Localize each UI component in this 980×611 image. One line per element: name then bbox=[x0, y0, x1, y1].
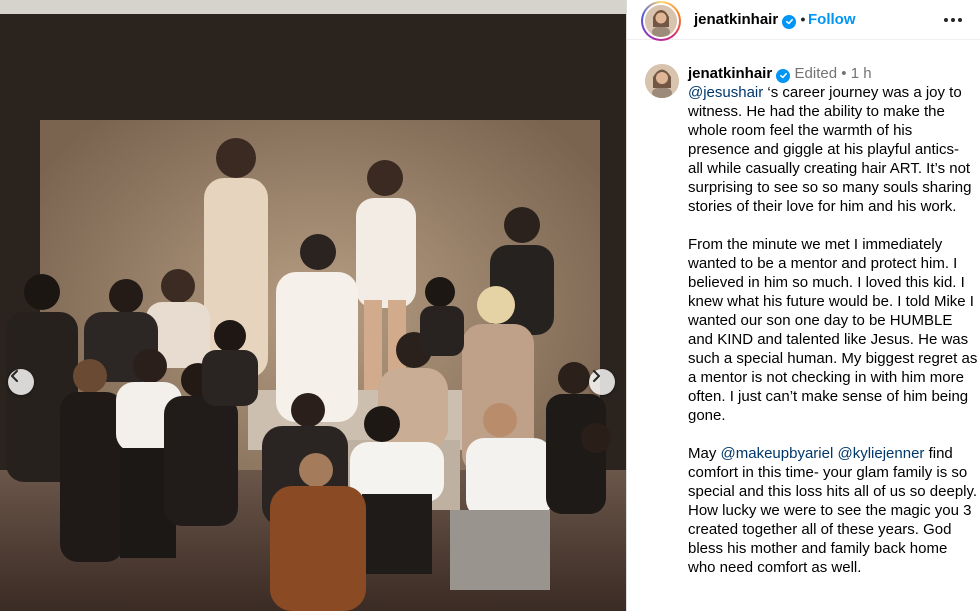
comment-meta: jenatkinhair Edited • 1 h bbox=[688, 65, 872, 83]
post-header: jenatkinhair • Follow bbox=[627, 0, 980, 41]
follow-button[interactable]: Follow bbox=[808, 11, 856, 28]
group-photo bbox=[0, 0, 626, 611]
caption-text: May bbox=[688, 445, 721, 462]
avatar bbox=[645, 5, 677, 37]
mention-link[interactable]: @makeupbyariel bbox=[721, 445, 834, 462]
post-author[interactable]: jenatkinhair • bbox=[694, 11, 805, 29]
comment-username[interactable]: jenatkinhair bbox=[688, 65, 772, 82]
verified-badge-icon bbox=[782, 14, 797, 29]
post-side-panel: jenatkinhair • Follow jenatkinhair Edite… bbox=[626, 0, 980, 611]
next-slide-button[interactable] bbox=[589, 369, 615, 395]
separator-dot: • bbox=[800, 11, 806, 27]
caption-text: find comfort in this time- your glam fam… bbox=[688, 445, 978, 576]
timestamp[interactable]: 1 h bbox=[851, 65, 872, 82]
caption-paragraph: @jesushair ‘s career journey was a joy t… bbox=[688, 83, 978, 216]
caption-text: From the minute we met I immediately wan… bbox=[688, 236, 978, 424]
verified-badge-icon bbox=[776, 68, 791, 83]
chevron-left-icon bbox=[11, 370, 18, 382]
caption-text: ‘s career journey was a joy to witness. … bbox=[688, 84, 972, 215]
mention-link[interactable]: @jesushair bbox=[688, 84, 763, 101]
separator-dot: • bbox=[841, 65, 847, 82]
story-avatar[interactable] bbox=[641, 1, 681, 41]
avatar-image bbox=[645, 64, 679, 98]
edited-label: Edited bbox=[794, 65, 838, 82]
post-media[interactable] bbox=[0, 0, 626, 611]
caption-paragraph: From the minute we met I immediately wan… bbox=[688, 235, 978, 425]
previous-slide-button[interactable] bbox=[8, 369, 34, 395]
more-horizontal-icon bbox=[944, 18, 948, 22]
post-author-username[interactable]: jenatkinhair bbox=[694, 11, 778, 28]
mention-link[interactable]: @kyliejenner bbox=[837, 445, 924, 462]
avatar-image bbox=[645, 5, 677, 37]
more-options-button[interactable] bbox=[941, 6, 965, 34]
chevron-right-icon bbox=[593, 370, 600, 382]
post-caption: @jesushair ‘s career journey was a joy t… bbox=[688, 83, 978, 577]
comment-avatar[interactable] bbox=[645, 64, 679, 98]
caption-paragraph: May @makeupbyariel @kyliejenner find com… bbox=[688, 444, 978, 577]
